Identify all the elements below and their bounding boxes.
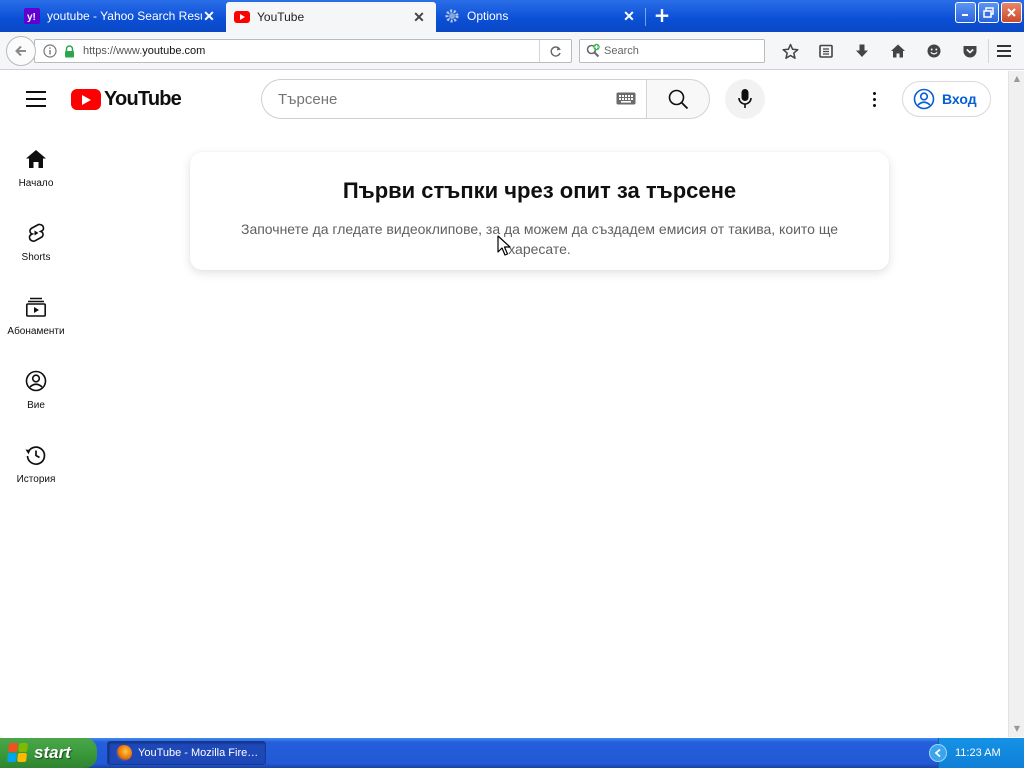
scroll-up-icon[interactable]: ▲ — [1012, 74, 1022, 84]
pocket-icon[interactable] — [952, 39, 988, 63]
empty-feed-message: Започнете да гледате видеоклипове, за да… — [240, 221, 839, 257]
close-window-button[interactable] — [1001, 2, 1022, 23]
download-icon[interactable] — [844, 39, 880, 63]
search-placeholder: Search — [604, 45, 639, 57]
mini-guide: Начало Shorts Абонаменти Вие История — [0, 127, 72, 497]
tab-yahoo-search[interactable]: y! youtube - Yahoo Search Resu… ✕ — [16, 2, 226, 30]
empty-feed-title: Първи стъпки чрез опит за търсене — [342, 178, 737, 203]
start-label: start — [34, 743, 71, 762]
youtube-icon — [234, 9, 250, 25]
lock-icon — [61, 44, 77, 58]
account-icon — [913, 88, 935, 110]
guide-item-label: Вие — [27, 400, 45, 411]
guide-item-history[interactable]: История — [0, 423, 72, 497]
search-engine-icon — [582, 43, 604, 59]
restore-icon — [983, 7, 994, 18]
toolbar-icons — [772, 39, 988, 63]
url-host: youtube.com — [142, 45, 206, 57]
tab-title: youtube - Yahoo Search Resu… — [47, 9, 202, 23]
youtube-search — [261, 79, 710, 119]
minimize-icon — [962, 14, 968, 16]
scroll-down-icon[interactable]: ▼ — [1012, 724, 1022, 734]
browser-search-box[interactable]: Search — [579, 39, 765, 63]
url-prefix: https://www. — [83, 45, 143, 57]
sign-in-label: Вход — [942, 91, 977, 107]
window-controls — [955, 2, 1022, 23]
svg-text:y!: y! — [27, 12, 36, 23]
keyboard-icon[interactable] — [616, 90, 636, 109]
address-bar[interactable]: https://www.youtube.com — [34, 39, 572, 63]
menu-button[interactable] — [988, 39, 1018, 63]
mouse-cursor — [497, 235, 511, 261]
home-icon — [24, 147, 48, 171]
account-icon — [24, 369, 48, 393]
gear-icon — [444, 8, 460, 24]
minimize-button[interactable] — [955, 2, 976, 23]
tab-title: Options — [467, 9, 509, 23]
url-text: https://www.youtube.com — [83, 45, 539, 57]
empty-feed-card: Първи стъпки чрез опит за търсене Започн… — [190, 152, 889, 270]
windows-logo-icon — [7, 743, 29, 763]
youtube-play-icon — [71, 89, 101, 110]
system-tray: 11:23 AM — [929, 738, 1024, 768]
close-tab-icon[interactable]: ✕ — [202, 8, 216, 25]
back-button[interactable] — [6, 36, 36, 66]
reload-button[interactable] — [539, 40, 571, 62]
show-hidden-icons-button[interactable] — [929, 744, 947, 762]
close-tab-icon[interactable]: ✕ — [412, 9, 426, 26]
info-icon[interactable] — [39, 44, 61, 58]
hamburger-menu-icon — [996, 45, 1011, 57]
new-tab-button[interactable]: + — [648, 4, 676, 28]
tab-youtube[interactable]: YouTube ✕ — [226, 2, 436, 32]
browser-tab-strip: y! youtube - Yahoo Search Resu… ✕ YouTub… — [0, 0, 1024, 32]
back-arrow-icon — [15, 45, 26, 57]
vertical-scrollbar[interactable]: ▲ ▼ — [1008, 71, 1024, 737]
youtube-masthead: YouTube Вход — [0, 71, 1008, 127]
star-icon[interactable] — [772, 39, 808, 63]
guide-item-label: История — [16, 474, 56, 485]
search-input[interactable] — [278, 90, 616, 108]
tab-title: YouTube — [257, 10, 305, 24]
guide-item-home[interactable]: Начало — [0, 127, 72, 201]
youtube-page: YouTube Вход — [0, 71, 1008, 737]
logo-wordmark: YouTube — [104, 88, 182, 110]
guide-item-you[interactable]: Вие — [0, 349, 72, 423]
firefox-icon — [116, 745, 132, 761]
home-icon[interactable] — [880, 39, 916, 63]
youtube-logo[interactable]: YouTube — [71, 88, 182, 111]
taskbar-item-label: YouTube - Mozilla Fire… — [138, 747, 259, 759]
close-tab-icon[interactable]: ✕ — [622, 8, 636, 25]
history-icon — [24, 443, 48, 467]
guide-item-shorts[interactable]: Shorts — [0, 201, 72, 275]
guide-item-label: Shorts — [21, 252, 51, 263]
windows-taskbar: start YouTube - Mozilla Fire… 11:23 AM — [0, 738, 1024, 768]
start-button[interactable]: start — [0, 738, 97, 768]
close-icon — [1007, 8, 1016, 17]
clock: 11:23 AM — [955, 747, 1001, 759]
guide-item-subscriptions[interactable]: Абонаменти — [0, 275, 72, 349]
taskbar-item-firefox[interactable]: YouTube - Mozilla Fire… — [107, 741, 266, 765]
search-button[interactable] — [646, 79, 710, 119]
search-icon — [668, 89, 689, 110]
reading-list-icon[interactable] — [808, 39, 844, 63]
guide-menu-button[interactable] — [24, 89, 48, 109]
browser-toolbar: https://www.youtube.com Search — [0, 32, 1024, 70]
shorts-icon — [24, 221, 48, 245]
chevron-left-icon — [934, 748, 941, 758]
restore-button[interactable] — [978, 2, 999, 23]
tab-separator — [645, 8, 646, 26]
subscriptions-icon — [24, 295, 48, 319]
settings-more-button[interactable] — [862, 87, 886, 111]
reload-icon — [550, 45, 561, 57]
smiley-icon[interactable] — [916, 39, 952, 63]
tab-options[interactable]: Options ✕ — [436, 2, 646, 30]
sign-in-button[interactable]: Вход — [902, 81, 991, 117]
guide-item-label: Абонаменти — [7, 326, 65, 337]
microphone-icon — [738, 89, 752, 108]
guide-item-label: Начало — [18, 178, 54, 189]
yahoo-icon: y! — [24, 8, 40, 24]
voice-search-button[interactable] — [725, 79, 765, 119]
search-box — [261, 79, 646, 119]
